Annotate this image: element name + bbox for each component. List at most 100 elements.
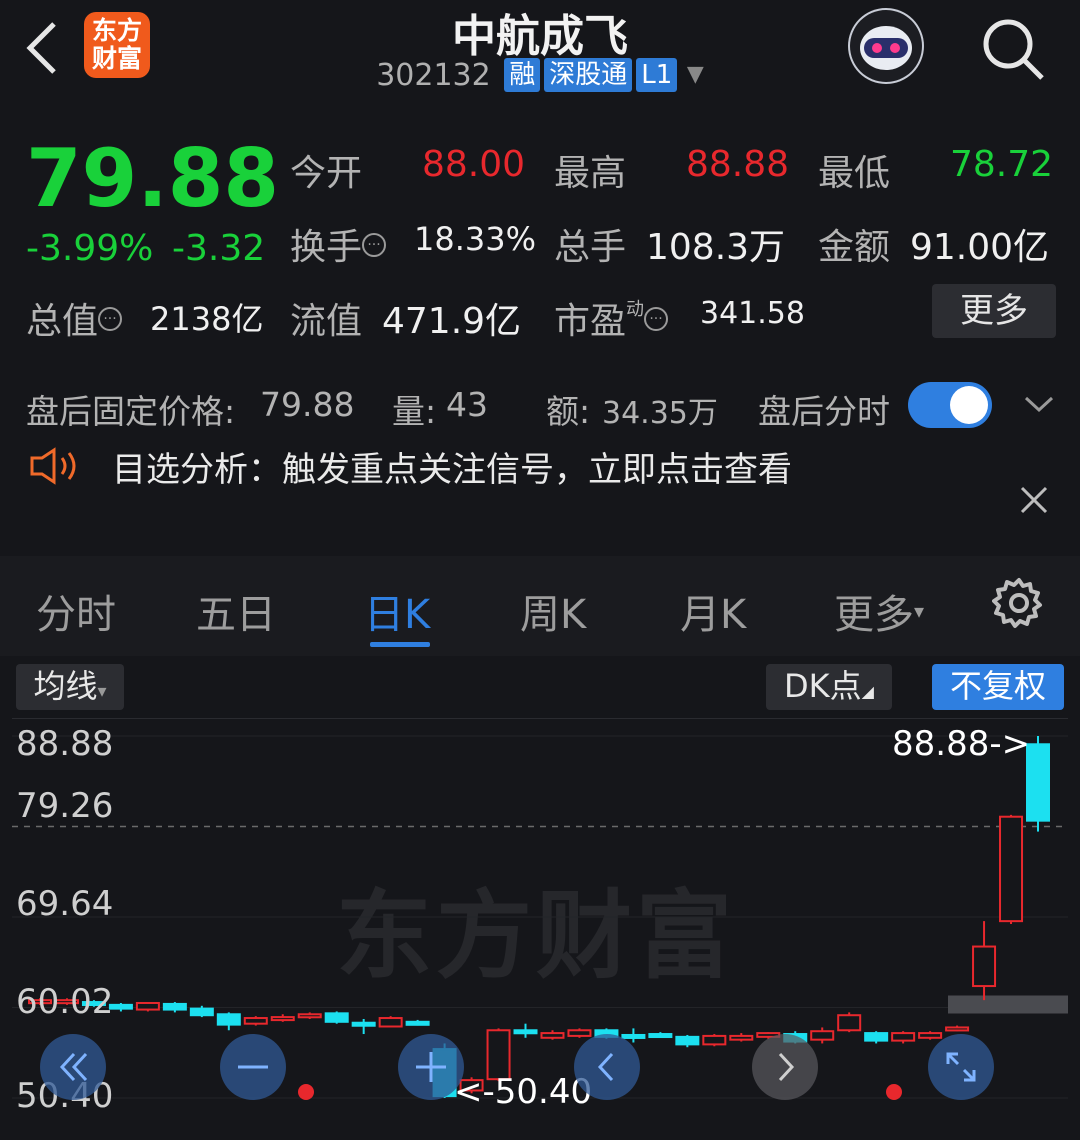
candle-body bbox=[351, 1021, 376, 1027]
candle-body bbox=[999, 815, 1024, 923]
corner-triangle-icon: ◢ bbox=[861, 682, 874, 701]
after-hours-amount: 34.35万 bbox=[602, 396, 718, 431]
pe-value: 341.58 bbox=[700, 296, 805, 331]
after-hours-timeshare-label: 盘后分时 bbox=[758, 392, 890, 431]
candle-body bbox=[891, 1032, 916, 1042]
pe-label[interactable]: 市盈动 ··· bbox=[554, 292, 669, 344]
after-hours-price-label: 盘后固定价格: bbox=[26, 392, 236, 431]
after-hours-price: 79.88 bbox=[260, 385, 355, 424]
candle-body bbox=[162, 1002, 187, 1011]
turnover-value: 18.33% bbox=[414, 220, 537, 258]
scroll-right-button[interactable] bbox=[752, 1034, 818, 1100]
news-ticker[interactable]: 目选分析：触发重点关注信号，立即点击查看 bbox=[112, 442, 792, 491]
chevron-down-icon[interactable] bbox=[1022, 392, 1056, 416]
info-circle-icon[interactable]: ··· bbox=[362, 233, 387, 257]
tab-daily-k[interactable]: 日K bbox=[364, 582, 430, 640]
info-circle-icon[interactable]: ··· bbox=[98, 307, 123, 331]
toggle-knob bbox=[950, 386, 988, 424]
candle-body bbox=[324, 1012, 349, 1023]
open-value: 88.00 bbox=[422, 144, 526, 185]
search-icon[interactable] bbox=[978, 14, 1048, 84]
amount-label: 金额 bbox=[818, 227, 891, 268]
chevron-left-icon bbox=[597, 1052, 614, 1082]
kline-chart[interactable] bbox=[12, 718, 1068, 1118]
max-price-marker: 88.88-> bbox=[892, 724, 1031, 764]
info-circle-icon[interactable]: ··· bbox=[644, 307, 669, 331]
candle-body bbox=[243, 1017, 268, 1025]
gear-icon[interactable] bbox=[992, 576, 1046, 630]
margin-tag: 融 bbox=[504, 58, 541, 92]
float-cap-label: 流值 bbox=[290, 301, 363, 342]
more-button[interactable]: 更多 bbox=[932, 284, 1056, 338]
speaker-icon bbox=[30, 447, 76, 485]
ma-selector[interactable]: 均线▾ bbox=[16, 664, 124, 710]
signal-dot bbox=[886, 1084, 902, 1100]
low-label: 最低 bbox=[818, 153, 891, 194]
stock-code: 302132 bbox=[376, 58, 491, 93]
candle-body bbox=[540, 1032, 565, 1039]
open-label: 今开 bbox=[290, 153, 363, 194]
candle-body bbox=[189, 1007, 214, 1017]
amount-value: 91.00亿 bbox=[910, 227, 1050, 268]
candle-body bbox=[513, 1029, 538, 1035]
high-label: 最高 bbox=[554, 153, 627, 194]
pe-label-text: 市盈 bbox=[554, 301, 627, 342]
after-hours-amount-label: 额: bbox=[546, 392, 591, 431]
min-price-marker: <-50.40 bbox=[454, 1072, 593, 1112]
candle-body bbox=[945, 1026, 970, 1032]
candle-body bbox=[837, 1014, 862, 1032]
caret-down-icon: ▾ bbox=[914, 599, 925, 623]
candle-body bbox=[864, 1032, 889, 1042]
after-hours-volume: 43 bbox=[446, 385, 488, 424]
adjust-button[interactable]: 不复权 bbox=[932, 664, 1064, 710]
dk-point-selector[interactable]: DK点◢ bbox=[766, 664, 892, 710]
candle-body bbox=[378, 1017, 403, 1028]
plus-icon bbox=[416, 1052, 446, 1082]
float-cap-value: 471.9亿 bbox=[382, 301, 522, 342]
tab-weekly-k[interactable]: 周K bbox=[520, 582, 586, 640]
scroll-left-button[interactable] bbox=[574, 1034, 640, 1100]
candle-body bbox=[297, 1013, 322, 1019]
scroll-left-fast-button[interactable] bbox=[40, 1034, 106, 1100]
candle-body bbox=[270, 1016, 295, 1022]
market-cap-value: 2138亿 bbox=[150, 300, 264, 338]
tab-five-day[interactable]: 五日 bbox=[196, 582, 276, 640]
tab-timeshare[interactable]: 分时 bbox=[36, 582, 116, 640]
price-band bbox=[948, 995, 1068, 1014]
y-tick-label: 60.02 bbox=[16, 982, 114, 1022]
signal-dot bbox=[298, 1084, 314, 1100]
after-hours-toggle[interactable] bbox=[908, 382, 992, 428]
fullscreen-button[interactable] bbox=[928, 1034, 994, 1100]
market-cap-label[interactable]: 总值 ··· bbox=[26, 292, 123, 344]
candle-body bbox=[729, 1034, 754, 1041]
candle-body bbox=[972, 945, 997, 988]
current-price: 79.88 bbox=[26, 132, 280, 225]
minus-icon bbox=[238, 1065, 268, 1069]
close-icon[interactable] bbox=[1016, 482, 1052, 518]
candle-body bbox=[135, 1001, 160, 1011]
assistant-avatar[interactable] bbox=[848, 8, 924, 84]
volume-label: 总手 bbox=[554, 227, 627, 268]
market-cap-label-text: 总值 bbox=[26, 301, 99, 342]
low-value: 78.72 bbox=[950, 144, 1054, 185]
candle-body bbox=[648, 1033, 673, 1039]
level1-tag: L1 bbox=[636, 58, 678, 92]
zoom-out-button[interactable] bbox=[220, 1034, 286, 1100]
caret-down-icon: ▾ bbox=[97, 681, 107, 702]
high-value: 88.88 bbox=[686, 144, 790, 185]
change-amount: -3.32 bbox=[172, 228, 266, 269]
tab-monthly-k[interactable]: 月K bbox=[680, 582, 746, 640]
dropdown-triangle-icon[interactable]: ▼ bbox=[687, 62, 704, 87]
expand-icon bbox=[946, 1052, 976, 1082]
after-hours-volume-label: 量: bbox=[392, 392, 437, 431]
turnover-label-text: 换手 bbox=[290, 227, 363, 268]
candle-body bbox=[1026, 743, 1050, 822]
zoom-in-button[interactable] bbox=[398, 1034, 464, 1100]
tab-more[interactable]: 更多▾ bbox=[834, 582, 924, 640]
y-tick-label: 88.88 bbox=[16, 724, 114, 764]
turnover-label[interactable]: 换手 ··· bbox=[290, 218, 387, 270]
double-chevron-left-icon bbox=[59, 1052, 88, 1082]
candle-body bbox=[405, 1020, 430, 1026]
candle-body bbox=[216, 1013, 241, 1026]
tab-more-label: 更多 bbox=[834, 592, 914, 638]
